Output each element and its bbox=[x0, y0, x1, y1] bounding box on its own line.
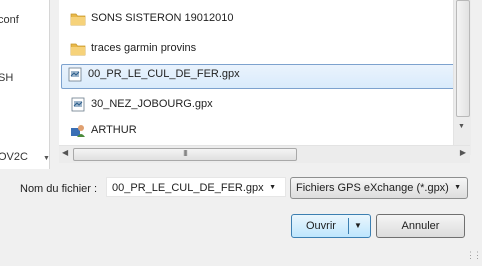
filename-value[interactable]: 00_PR_LE_CUL_DE_FER.gpx bbox=[112, 182, 264, 194]
chevron-down-icon[interactable]: ▼ bbox=[43, 155, 49, 162]
scroll-down-arrow-icon[interactable]: ▼ bbox=[458, 123, 465, 130]
file-list[interactable]: SONS SISTERON 19012010 traces garmin pro… bbox=[59, 0, 453, 155]
gpx-file-icon bbox=[71, 97, 85, 112]
open-split-divider bbox=[348, 218, 349, 234]
chevron-down-icon[interactable]: ▼ bbox=[269, 184, 276, 191]
nav-item-sh[interactable]: SH bbox=[0, 72, 13, 84]
scroll-left-arrow-icon[interactable]: ◀ bbox=[62, 148, 68, 157]
open-button-label: Ouvrir bbox=[306, 220, 336, 232]
file-name: 30_NEZ_JOBOURG.gpx bbox=[91, 98, 213, 110]
resize-grip-icon[interactable]: ⋮⋮ bbox=[466, 250, 482, 261]
folder-icon bbox=[70, 43, 86, 56]
filetype-select[interactable]: Fichiers GPS eXchange (*.gpx) ▼ bbox=[290, 177, 468, 199]
vertical-scroll-thumb[interactable] bbox=[456, 0, 470, 117]
gpx-file-icon bbox=[68, 67, 82, 82]
horizontal-scroll-thumb[interactable]: III bbox=[73, 148, 297, 161]
file-name: 00_PR_LE_CUL_DE_FER.gpx bbox=[88, 68, 240, 80]
horizontal-scrollbar[interactable]: ◀ III ▶ bbox=[59, 145, 470, 163]
file-name: SONS SISTERON 19012010 bbox=[91, 12, 234, 24]
user-folder-icon bbox=[71, 125, 85, 137]
filename-field[interactable]: 00_PR_LE_CUL_DE_FER.gpx ▼ bbox=[106, 177, 286, 197]
nav-item-ov2c[interactable]: OV2C bbox=[0, 151, 28, 163]
vertical-scrollbar[interactable]: ▼ bbox=[453, 0, 471, 155]
open-options-arrow-icon[interactable]: ▼ bbox=[354, 221, 362, 230]
filename-label: Nom du fichier : bbox=[20, 183, 98, 195]
chevron-down-icon[interactable]: ▼ bbox=[454, 184, 461, 191]
open-button[interactable]: Ouvrir ▼ bbox=[291, 214, 371, 238]
list-item[interactable]: SONS SISTERON 19012010 bbox=[63, 8, 453, 29]
list-item[interactable]: traces garmin provins bbox=[63, 38, 453, 59]
pane-divider[interactable] bbox=[50, 0, 59, 155]
nav-item-conf[interactable]: conf bbox=[0, 14, 19, 26]
folder-icon bbox=[70, 13, 86, 26]
list-item[interactable]: 30_NEZ_JOBOURG.gpx bbox=[63, 94, 453, 115]
file-name: traces garmin provins bbox=[91, 42, 197, 54]
navigation-pane[interactable]: conf SH OV2C ▼ bbox=[0, 0, 50, 169]
filetype-value: Fichiers GPS eXchange (*.gpx) bbox=[296, 182, 449, 194]
cancel-button[interactable]: Annuler bbox=[376, 214, 465, 238]
list-item[interactable]: ARTHUR bbox=[63, 120, 453, 141]
file-name: ARTHUR bbox=[91, 124, 137, 136]
list-item-selected[interactable]: 00_PR_LE_CUL_DE_FER.gpx bbox=[61, 64, 453, 89]
scroll-right-arrow-icon[interactable]: ▶ bbox=[460, 148, 466, 157]
